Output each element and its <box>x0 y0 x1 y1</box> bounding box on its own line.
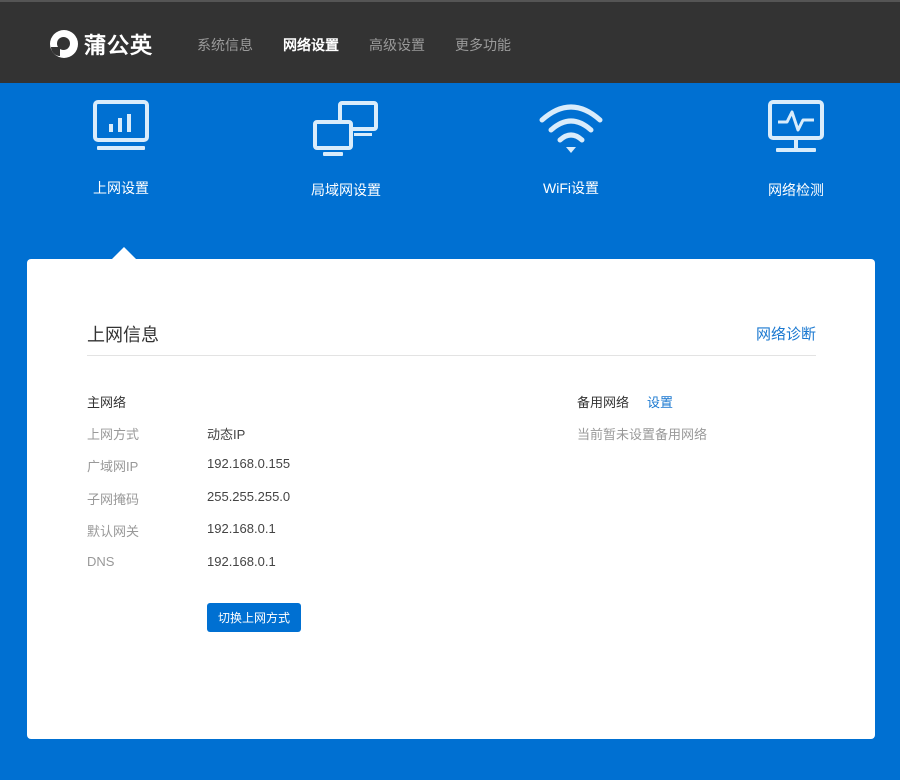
backup-network-set-link[interactable]: 设置 <box>647 392 673 411</box>
info-key: DNS <box>87 554 115 569</box>
panel-title: 上网信息 <box>87 325 159 345</box>
topnav-item-network-settings[interactable]: 网络设置 <box>283 35 339 55</box>
tile-internet-settings[interactable]: 上网设置 <box>51 100 191 198</box>
top-nav: 系统信息 网络设置 高级设置 更多功能 <box>197 35 541 55</box>
tile-network-diagnostics[interactable]: 网络检测 <box>726 100 866 200</box>
active-tile-pointer <box>112 247 136 259</box>
network-diagnose-link[interactable]: 网络诊断 <box>756 323 816 344</box>
info-value: 192.168.0.1 <box>207 521 276 536</box>
tile-label-wifi-settings: WiFi设置 <box>543 180 599 196</box>
info-value: 动态IP <box>207 427 246 442</box>
network-monitor-icon <box>768 100 824 152</box>
topnav-item-advanced-settings[interactable]: 高级设置 <box>369 35 425 55</box>
tile-label-network-diagnostics: 网络检测 <box>768 182 824 198</box>
info-value: 192.168.0.155 <box>207 456 291 471</box>
wifi-icon <box>539 104 603 153</box>
settings-tiles: 上网设置 局域网设置 WiFi设置 网络检测 <box>0 100 900 230</box>
backup-network-note: 当前暂未设置备用网络 <box>577 427 708 442</box>
dandelion-logo-icon <box>50 30 78 58</box>
top-bar: 蒲公英 系统信息 网络设置 高级设置 更多功能 <box>0 0 900 83</box>
lan-computers-icon <box>313 101 378 156</box>
brand-logo[interactable]: 蒲公英 <box>50 28 153 60</box>
brand-name: 蒲公英 <box>84 33 154 58</box>
info-key: 子网掩码 <box>87 492 140 507</box>
topnav-item-system-info[interactable]: 系统信息 <box>197 35 253 55</box>
internet-info-panel: 上网信息 网络诊断 主网络 上网方式 动态IP 广域网IP 192.168.0.… <box>27 259 875 739</box>
primary-network-title: 主网络 <box>87 395 127 410</box>
info-value: 192.168.0.1 <box>207 554 276 569</box>
tile-label-lan-settings: 局域网设置 <box>311 182 381 198</box>
info-key: 广域网IP <box>87 459 139 474</box>
switch-connection-button[interactable]: 切换上网方式 <box>207 603 302 632</box>
monitor-chart-icon <box>93 100 149 150</box>
backup-network-title: 备用网络 <box>577 395 630 410</box>
info-value: 255.255.255.0 <box>207 489 291 504</box>
tile-label-internet-settings: 上网设置 <box>93 180 149 196</box>
info-key: 默认网关 <box>87 524 140 539</box>
info-key: 上网方式 <box>87 427 140 442</box>
panel-divider <box>87 355 816 356</box>
topnav-item-more-features[interactable]: 更多功能 <box>455 35 511 55</box>
tile-lan-settings[interactable]: 局域网设置 <box>276 100 416 200</box>
tile-wifi-settings[interactable]: WiFi设置 <box>501 100 641 198</box>
